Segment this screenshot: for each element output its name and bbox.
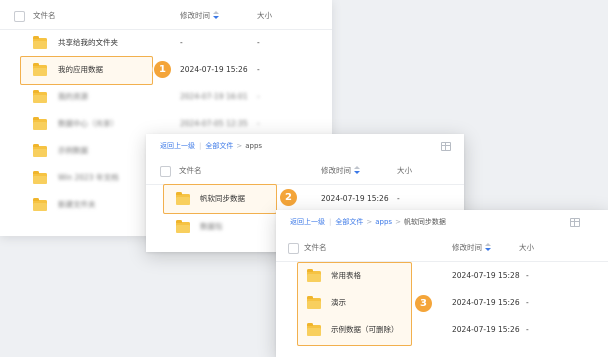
breadcrumb-separator: > <box>395 218 401 226</box>
table-row[interactable]: 数据中心（共享） 2024-07-05 12:35 - <box>0 110 332 137</box>
folder-icon <box>176 219 190 233</box>
table-row-highlighted[interactable]: 帆软同步数据 2024-07-19 15:26 - <box>146 185 464 212</box>
select-all-checkbox[interactable] <box>288 243 299 254</box>
file-name[interactable]: 我的应用数据 <box>58 56 103 83</box>
column-header-name[interactable]: 文件名 <box>179 157 202 184</box>
modified-time: 2024-07-19 16:01 <box>180 92 248 101</box>
modified-time: 2024-07-19 15:28 <box>452 271 520 280</box>
table-row[interactable]: 常用表格 2024-07-19 15:28 - <box>276 262 608 289</box>
breadcrumb-all-files-link[interactable]: 全部文件 <box>205 142 233 150</box>
file-size: - <box>397 194 400 203</box>
breadcrumb-current: 帆软同步数据 <box>403 218 446 226</box>
breadcrumb-back-link[interactable]: 返回上一级 <box>290 218 325 226</box>
file-size: - <box>526 325 529 334</box>
step-marker-3: 3 <box>415 295 432 312</box>
file-name[interactable]: 示例数据（可删除） <box>331 316 399 343</box>
table-row[interactable]: 共享给我的文件夹 - - <box>0 29 332 56</box>
grid-view-icon[interactable] <box>570 218 580 227</box>
breadcrumb: 返回上一级 | 全部文件 > apps <box>160 142 263 150</box>
file-size: - <box>526 298 529 307</box>
column-header-modified[interactable]: 修改时间 <box>321 157 360 184</box>
file-name[interactable]: Win 2023 年文档 <box>58 164 118 191</box>
modified-time: - <box>180 38 183 47</box>
folder-icon <box>33 143 47 157</box>
breadcrumb-back-link[interactable]: 返回上一级 <box>160 142 195 150</box>
folder-icon <box>33 62 47 76</box>
file-name[interactable]: 数据包 <box>200 213 223 240</box>
file-name[interactable]: 共享给我的文件夹 <box>58 29 118 56</box>
column-header-size[interactable]: 大小 <box>397 157 412 184</box>
column-header-modified[interactable]: 修改时间 <box>452 234 491 261</box>
column-header-name[interactable]: 文件名 <box>304 234 327 261</box>
table-row[interactable]: 我的资源 2024-07-19 16:01 - <box>0 83 332 110</box>
file-name[interactable]: 常用表格 <box>331 262 361 289</box>
modified-time: 2024-07-19 15:26 <box>180 65 248 74</box>
step-marker-2: 2 <box>280 189 297 206</box>
table-row[interactable]: 示例数据（可删除） 2024-07-19 15:26 - <box>276 316 608 343</box>
file-size: - <box>257 92 260 101</box>
folder-icon <box>307 295 321 309</box>
file-name[interactable]: 演示 <box>331 289 346 316</box>
sort-icon[interactable] <box>213 10 219 20</box>
folder-icon <box>33 197 47 211</box>
breadcrumb-all-files-link[interactable]: 全部文件 <box>335 218 363 226</box>
breadcrumb: 返回上一级 | 全部文件 > apps > 帆软同步数据 <box>290 218 446 226</box>
folder-icon <box>33 170 47 184</box>
table-header: 文件名 修改时间 大小 <box>146 157 464 184</box>
breadcrumb-separator: > <box>366 218 373 226</box>
column-header-name[interactable]: 文件名 <box>33 2 56 29</box>
file-size: - <box>257 119 260 128</box>
file-size: - <box>257 65 260 74</box>
folder-icon <box>307 268 321 282</box>
file-name[interactable]: 帆软同步数据 <box>200 185 245 212</box>
modified-time: 2024-07-19 15:26 <box>452 298 520 307</box>
select-all-checkbox[interactable] <box>160 166 171 177</box>
sort-icon[interactable] <box>485 242 491 252</box>
breadcrumb-current: apps <box>245 142 263 150</box>
column-header-modified[interactable]: 修改时间 <box>180 2 219 29</box>
file-list-panel-sync: 返回上一级 | 全部文件 > apps > 帆软同步数据 文件名 修改时间 大小 常用表格 … <box>276 210 608 357</box>
table-header: 文件名 修改时间 大小 <box>0 2 332 29</box>
step-marker-1: 1 <box>154 61 171 78</box>
file-name[interactable]: 示例数据 <box>58 137 88 164</box>
folder-icon <box>176 191 190 205</box>
modified-time: 2024-07-05 12:35 <box>180 119 248 128</box>
folder-icon <box>307 322 321 336</box>
file-name[interactable]: 数据中心（共享） <box>58 110 118 137</box>
folder-icon <box>33 35 47 49</box>
breadcrumb-apps-link[interactable]: apps <box>375 218 392 226</box>
file-name[interactable]: 我的资源 <box>58 83 88 110</box>
file-size: - <box>526 271 529 280</box>
file-name[interactable]: 新建文件夹 <box>58 191 96 218</box>
file-size: - <box>257 38 260 47</box>
table-row[interactable]: 演示 2024-07-19 15:26 - <box>276 289 608 316</box>
folder-icon <box>33 116 47 130</box>
table-header: 文件名 修改时间 大小 <box>276 234 608 261</box>
folder-icon <box>33 89 47 103</box>
column-header-size[interactable]: 大小 <box>257 2 272 29</box>
select-all-checkbox[interactable] <box>14 11 25 22</box>
modified-time: 2024-07-19 15:26 <box>321 194 389 203</box>
column-header-size[interactable]: 大小 <box>519 234 534 261</box>
modified-time: 2024-07-19 15:26 <box>452 325 520 334</box>
breadcrumb-separator: > <box>236 142 243 150</box>
grid-view-icon[interactable] <box>441 142 451 151</box>
sort-icon[interactable] <box>354 165 360 175</box>
